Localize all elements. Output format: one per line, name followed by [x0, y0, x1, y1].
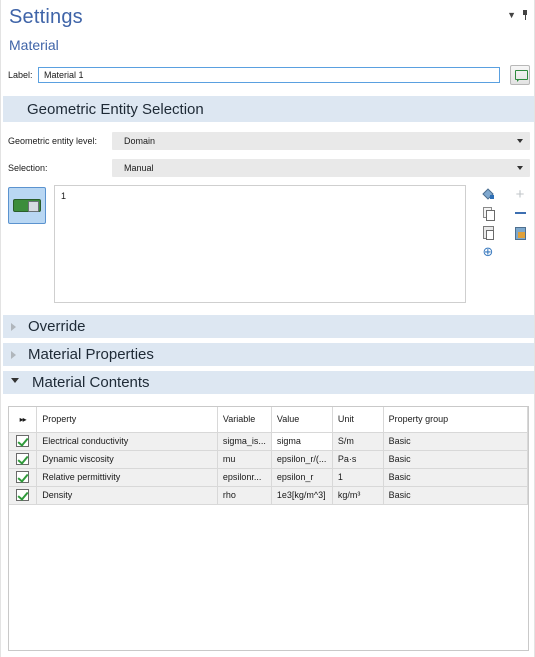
copy-selection-icon[interactable]	[481, 206, 495, 221]
material-properties-title: Material Properties	[28, 346, 154, 363]
variable-cell: mu	[217, 450, 272, 469]
zoom-to-selection-icon[interactable]: ⊕	[481, 244, 495, 259]
material-contents-section[interactable]: Material Contents	[3, 371, 534, 394]
column-header-unit[interactable]: Unit	[332, 407, 384, 433]
paste-selection-icon[interactable]	[481, 225, 495, 240]
variable-cell: sigma_is...	[217, 432, 272, 451]
selection-row: Selection: Manual	[7, 159, 530, 177]
table-row[interactable]: Density rho 1e3[kg/m^3] kg/m³ Basic	[9, 486, 529, 505]
page-title: Settings	[9, 6, 83, 28]
expand-triangle-icon	[11, 322, 16, 331]
label-caption: Label:	[8, 70, 33, 80]
chevron-down-icon	[517, 139, 523, 143]
property-cell: Electrical conductivity	[36, 432, 218, 451]
table-row[interactable]: Electrical conductivity sigma_is... sigm…	[9, 432, 529, 451]
column-header-value[interactable]: Value	[271, 407, 333, 433]
group-cell: Basic	[383, 450, 529, 469]
settings-window: Settings Material ▼ Label: Geometric Ent…	[0, 0, 535, 657]
override-section[interactable]: Override	[3, 315, 534, 338]
column-header-property[interactable]: Property	[36, 407, 218, 433]
column-header-variable[interactable]: Variable	[217, 407, 272, 433]
group-cell: Basic	[383, 468, 529, 487]
geometric-entity-selection-title: Geometric Entity Selection	[27, 100, 204, 118]
row-checkbox-cell[interactable]	[9, 432, 38, 451]
value-cell[interactable]: epsilon_r	[271, 468, 333, 487]
material-contents-table: ▸▸ Property Variable Value Unit Property…	[8, 406, 529, 651]
comment-icon[interactable]	[510, 65, 530, 85]
active-selection-toggle-icon[interactable]	[8, 187, 46, 224]
table-header-row: ▸▸ Property Variable Value Unit Property…	[9, 407, 529, 433]
remove-from-selection-icon[interactable]	[513, 206, 527, 220]
pin-icon[interactable]	[522, 10, 528, 20]
checkbox-checked-icon[interactable]	[16, 489, 30, 501]
label-row: Label:	[7, 65, 530, 85]
header-icons: ▼	[507, 10, 528, 20]
row-checkbox-cell[interactable]	[9, 486, 38, 505]
entity-level-value: Domain	[124, 136, 156, 146]
geometric-entity-selection-header[interactable]: Geometric Entity Selection	[3, 96, 534, 122]
group-cell: Basic	[383, 432, 529, 451]
property-cell: Dynamic viscosity	[36, 450, 218, 469]
variable-cell: rho	[217, 486, 272, 505]
column-header-property-group[interactable]: Property group	[383, 407, 529, 433]
selection-label: Selection:	[8, 163, 48, 173]
value-cell[interactable]: 1e3[kg/m^3]	[271, 486, 333, 505]
checkbox-checked-icon[interactable]	[16, 471, 30, 483]
override-title: Override	[28, 318, 86, 335]
unit-cell: kg/m³	[332, 486, 384, 505]
checkbox-checked-icon[interactable]	[16, 453, 30, 465]
add-to-selection-icon[interactable]: +	[513, 186, 527, 203]
entity-level-label: Geometric entity level:	[8, 136, 98, 146]
group-cell: Basic	[383, 486, 529, 505]
expand-triangle-icon	[11, 350, 16, 359]
property-cell: Relative permittivity	[36, 468, 218, 487]
selection-value: Manual	[124, 163, 154, 173]
unit-cell: Pa·s	[332, 450, 384, 469]
value-cell[interactable]: epsilon_r/(...	[271, 450, 333, 469]
column-header-toggle[interactable]: ▸▸	[9, 407, 38, 433]
table-row[interactable]: Relative permittivity epsilonr... epsilo…	[9, 468, 529, 487]
property-cell: Density	[36, 486, 218, 505]
material-contents-title: Material Contents	[32, 374, 150, 391]
entity-level-row: Geometric entity level: Domain	[7, 132, 530, 150]
label-input[interactable]	[38, 67, 500, 83]
list-item[interactable]: 1	[61, 191, 66, 201]
collapse-triangle-icon	[11, 378, 19, 387]
page-subtitle: Material	[9, 37, 59, 53]
value-cell[interactable]: sigma	[271, 432, 333, 451]
entity-level-select[interactable]: Domain	[112, 132, 530, 150]
dropdown-triangle-icon[interactable]: ▼	[507, 10, 516, 20]
paint-selection-icon[interactable]	[481, 187, 495, 201]
selection-list[interactable]: 1	[54, 185, 466, 303]
selection-select[interactable]: Manual	[112, 159, 530, 177]
material-properties-section[interactable]: Material Properties	[3, 343, 534, 366]
row-checkbox-cell[interactable]	[9, 468, 38, 487]
row-checkbox-cell[interactable]	[9, 450, 38, 469]
clear-selection-icon[interactable]	[513, 226, 527, 240]
toggle-switch-icon	[13, 199, 41, 212]
chevron-down-icon	[517, 166, 523, 170]
table-row[interactable]: Dynamic viscosity mu epsilon_r/(... Pa·s…	[9, 450, 529, 469]
checkbox-checked-icon[interactable]	[16, 435, 30, 447]
unit-cell: S/m	[332, 432, 384, 451]
variable-cell: epsilonr...	[217, 468, 272, 487]
unit-cell: 1	[332, 468, 384, 487]
